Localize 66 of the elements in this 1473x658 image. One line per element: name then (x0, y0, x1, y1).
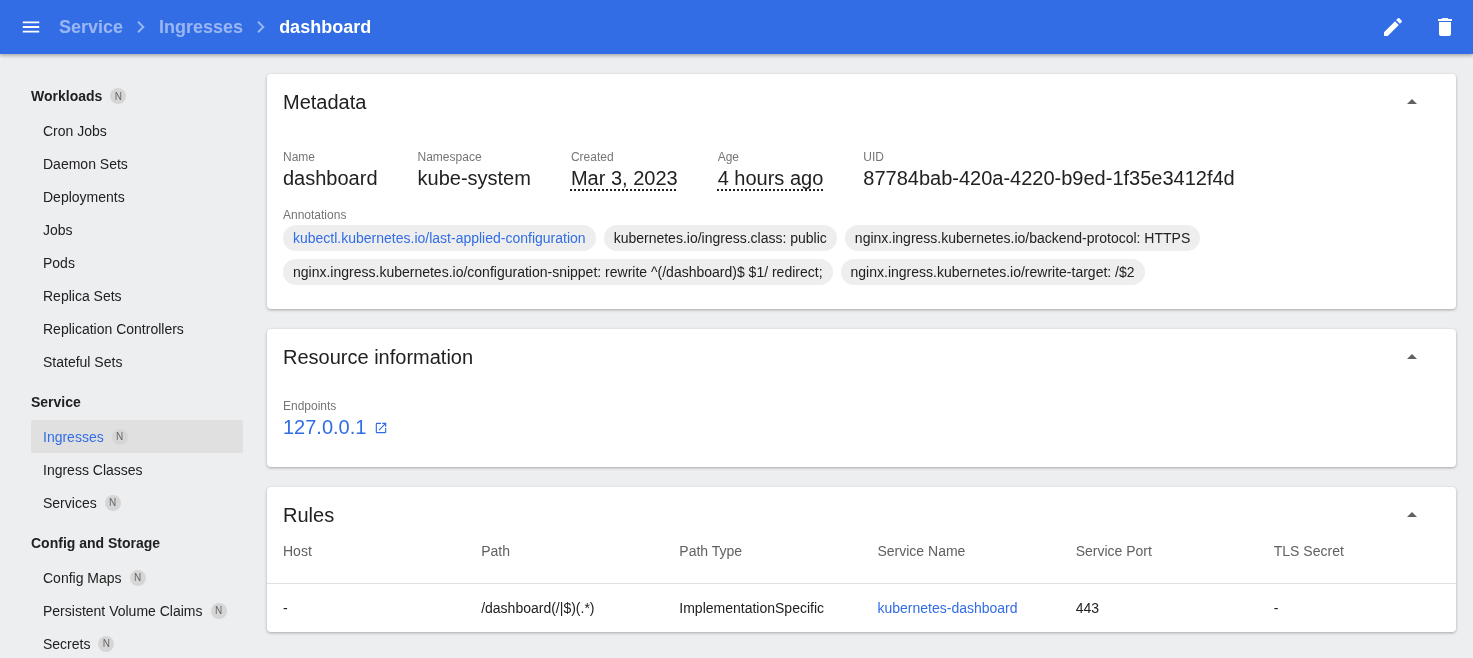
column-header: Host (267, 543, 466, 584)
annotation-chip: nginx.ingress.kubernetes.io/configuration-snippet: rewrite ^(/dashboard)$ $1/ redirect; (283, 259, 833, 285)
sidebar-section-title: Workloads (31, 88, 103, 104)
sidebar-item[interactable]: Secrets N (31, 627, 243, 658)
annotation-chip-link[interactable]: kubectl.kubernetes.io/last-applied-configuration (283, 225, 596, 251)
sidebar-item[interactable]: Deployments (31, 180, 243, 213)
sidebar-item[interactable]: Cron Jobs (31, 114, 243, 147)
sidebar-item[interactable]: Config Maps N (31, 561, 243, 594)
pencil-icon[interactable] (1381, 15, 1405, 39)
sidebar-item[interactable]: Ingresses N (31, 420, 243, 453)
field-value: kube-system (417, 167, 531, 189)
sidebar-section-title: Service (31, 394, 81, 410)
table-cell: /dashboard(/|$)(.*) (465, 583, 664, 632)
field-label: Age (717, 150, 740, 164)
namespaced-badge: N (104, 494, 121, 511)
field-value: Mar 3, 2023 (570, 167, 678, 189)
field-label: Annotations (283, 208, 348, 222)
sidebar-item[interactable]: Services N (31, 486, 243, 519)
sidebar-item[interactable]: Replication Controllers (31, 312, 243, 345)
table-cell: - (1257, 583, 1456, 632)
namespaced-badge: N (111, 428, 128, 445)
annotation-chip: kubernetes.io/ingress.class: public (603, 225, 837, 251)
sidebar-item-label: Persistent Volume Claims (43, 602, 203, 619)
card-title: Metadata (283, 90, 368, 114)
namespaced-badge: N (98, 635, 115, 652)
annotation-chip: nginx.ingress.kubernetes.io/backend-protocol: HTTPS (844, 225, 1201, 251)
table-link[interactable]: kubernetes-dashboard (877, 600, 1018, 616)
field-label: Endpoints (283, 399, 338, 413)
sidebar-item[interactable]: Stateful Sets (31, 345, 243, 378)
column-header: Service Port (1059, 543, 1258, 584)
namespaced-badge: N (110, 88, 127, 104)
field-value: 87784bab-420a-4220-b9ed-1f35e3412f4d (863, 167, 1235, 189)
external-link-icon[interactable] (374, 420, 389, 435)
sidebar-item[interactable]: Daemon Sets (31, 147, 243, 180)
card-title: Rules (283, 503, 336, 527)
sidebar-item[interactable]: Pods (31, 246, 243, 279)
annotation-chip: nginx.ingress.kubernetes.io/rewrite-target: /$2 (840, 259, 1145, 285)
column-header: Path Type (663, 543, 862, 584)
page-title: dashboard (279, 16, 372, 38)
sidebar-section-title: Config and Storage (31, 535, 161, 551)
sidebar-item[interactable]: Ingress Classes (31, 453, 243, 486)
field-label: Name (283, 150, 316, 164)
table-cell: 443 (1059, 583, 1258, 632)
column-header: TLS Secret (1257, 543, 1456, 584)
field-label: Created (570, 150, 615, 164)
chevron-right-icon (137, 21, 146, 33)
field-value: 4 hours ago (717, 167, 824, 189)
table-cell: ImplementationSpecific (663, 583, 862, 632)
table-cell: - (267, 583, 466, 632)
chevron-right-icon (257, 21, 266, 33)
sidebar-item[interactable]: Jobs (31, 213, 243, 246)
sidebar-item-label: Config Maps (43, 569, 122, 586)
sidebar-item-label: Ingresses (43, 428, 104, 445)
sidebar-item[interactable]: Persistent Volume Claims N (31, 594, 243, 627)
field-value: dashboard (283, 167, 378, 189)
field-label: Namespace (417, 150, 483, 164)
namespaced-badge: N (210, 602, 227, 619)
card-title: Resource information (283, 345, 475, 369)
sidebar-item-label: Services (43, 494, 97, 511)
namespaced-badge: N (129, 569, 146, 586)
column-header: Service Name (861, 543, 1060, 584)
sidebar-item[interactable]: Replica Sets (31, 279, 243, 312)
field-label: UID (863, 150, 885, 164)
sidebar-item-label: Secrets (43, 635, 91, 652)
endpoint-link[interactable]: 127.0.0.1 (283, 416, 367, 439)
column-header: Path (465, 543, 664, 584)
